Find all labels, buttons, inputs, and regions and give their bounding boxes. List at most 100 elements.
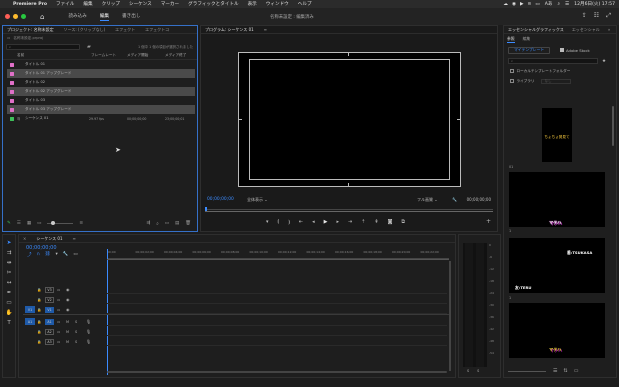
sync-lock-icon[interactable]: ▭ xyxy=(57,320,60,324)
settings-wrench-icon[interactable]: 🔧 xyxy=(63,252,69,258)
comparison-view-icon[interactable]: ⧉ xyxy=(401,219,405,225)
label-color-swatch[interactable] xyxy=(10,98,14,103)
lift-icon[interactable]: ⇡ xyxy=(361,219,365,225)
selection-tool-icon[interactable]: ➤ xyxy=(7,240,12,246)
quality-dropdown[interactable]: フル画質 ⌄ xyxy=(417,197,438,203)
library-dropdown[interactable]: なし xyxy=(541,78,572,84)
eye-icon[interactable]: ◉ xyxy=(66,297,70,302)
tab-effects[interactable]: エフェクト xyxy=(115,27,135,33)
automate-sequence-icon[interactable]: ⇶ xyxy=(146,221,150,227)
menu-graphics[interactable]: グラフィックとタイトル xyxy=(188,1,238,7)
label-color-swatch[interactable] xyxy=(10,116,14,121)
project-item-row[interactable]: タイトル 02 アップグレード xyxy=(7,87,195,96)
track-select-tool-icon[interactable]: ⇉ xyxy=(7,250,12,256)
eg-search-input[interactable]: ⌕ xyxy=(508,58,598,64)
sync-lock-icon[interactable]: ▭ xyxy=(57,330,60,334)
program-scrubber[interactable] xyxy=(205,207,493,212)
mark-out-icon[interactable]: ⦘ xyxy=(288,219,290,225)
menu-sequence[interactable]: シーケンス xyxy=(129,1,152,7)
workspace-export[interactable]: 書き出し xyxy=(122,13,140,21)
project-item-row[interactable]: タイトル 03 アップグレード xyxy=(7,105,195,114)
add-marker-icon[interactable]: ▾ xyxy=(266,219,269,225)
new-bin-icon[interactable]: ▰ xyxy=(87,44,91,50)
list-view-icon[interactable]: ☰ xyxy=(17,221,21,226)
track-target-v2[interactable]: V2 xyxy=(45,296,54,303)
export-frame-icon[interactable]: ◙ xyxy=(388,219,393,225)
audio-track-lane[interactable] xyxy=(107,335,447,336)
ripple-edit-tool-icon[interactable]: ⇹ xyxy=(7,260,12,266)
wifi-icon[interactable]: ≋ xyxy=(528,2,532,7)
time-ruler[interactable]: 00;00 00;00;02;00 00;00;04;00 00;00;06;00 00… xyxy=(107,249,449,259)
menu-edit[interactable]: 編集 xyxy=(83,1,92,7)
program-video-frame[interactable] xyxy=(238,52,461,187)
panel-menu-icon[interactable]: ≡ xyxy=(264,27,267,32)
sync-lock-icon[interactable]: ▭ xyxy=(57,340,60,344)
label-color-swatch[interactable] xyxy=(10,62,14,67)
pen-tool-icon[interactable]: ✒ xyxy=(7,290,12,296)
menu-help[interactable]: ヘルプ xyxy=(298,1,312,7)
lock-icon[interactable]: 🔒 xyxy=(37,340,41,344)
captions-icon[interactable]: ▭ xyxy=(73,252,77,258)
mark-in-icon[interactable]: ⦗ xyxy=(278,219,280,225)
more-tabs-icon[interactable]: » xyxy=(608,27,610,32)
col-media-end[interactable]: メディア終了 xyxy=(165,53,186,58)
local-folder-checkbox[interactable] xyxy=(510,69,514,73)
snap-icon[interactable]: ∩ xyxy=(37,252,40,258)
eg-zoom-slider[interactable] xyxy=(508,371,546,372)
tab-essential-sound[interactable]: エッセンシャル xyxy=(572,27,600,33)
razor-tool-icon[interactable]: ✂ xyxy=(7,270,12,276)
solo-left-button[interactable]: S xyxy=(467,369,469,373)
icon-view-icon[interactable]: ▦ xyxy=(27,221,31,226)
workspaces-icon[interactable]: ☷ xyxy=(594,12,599,20)
lock-icon[interactable]: 🔒 xyxy=(37,330,41,334)
wrench-icon[interactable]: 🔧 xyxy=(452,197,457,202)
voiceover-mic-icon[interactable]: 🎙 xyxy=(86,319,91,324)
tab-project[interactable]: プロジェクト: 名称未設定 xyxy=(7,27,54,33)
close-sequence-icon[interactable]: × xyxy=(23,236,26,241)
delete-icon[interactable]: 🗑 xyxy=(185,221,191,227)
template-thumb-1[interactable]: ちょちょ発見て xyxy=(542,108,572,162)
project-search-input[interactable]: ⌕ xyxy=(6,43,80,50)
control-center-icon[interactable]: ☰ xyxy=(565,2,569,7)
solo-button[interactable]: S xyxy=(75,340,77,344)
find-icon[interactable]: ⌕ xyxy=(156,221,159,227)
label-color-swatch[interactable] xyxy=(10,80,14,85)
zoom-slider[interactable] xyxy=(47,221,74,225)
source-patch-a3[interactable] xyxy=(25,338,35,345)
zoom-bar[interactable] xyxy=(205,211,493,212)
zoom-window-button[interactable] xyxy=(21,14,26,19)
source-patch-v2[interactable] xyxy=(25,296,35,303)
template-source-dropdown[interactable]: マイテンプレート xyxy=(508,46,550,54)
mute-button[interactable]: M xyxy=(66,340,69,344)
track-target-v3[interactable]: V3 xyxy=(45,286,54,293)
eye-icon[interactable]: ◉ xyxy=(66,287,70,292)
source-patch-v3[interactable] xyxy=(25,286,35,293)
tab-sequence[interactable]: シーケンス 01 xyxy=(36,236,62,242)
linked-selection-icon[interactable]: ⛓ xyxy=(45,252,51,258)
col-name[interactable]: 名前 xyxy=(17,53,24,58)
cloud-icon[interactable]: ☁ xyxy=(503,2,508,7)
step-forward-icon[interactable]: ▸ xyxy=(336,219,339,225)
search-icon[interactable]: ⌕ xyxy=(557,1,560,7)
project-item-row[interactable]: タイトル 01 xyxy=(7,60,195,69)
mic-icon[interactable]: ◉ xyxy=(512,2,516,7)
fullscreen-icon[interactable]: ⤢ xyxy=(606,12,611,20)
panel-menu-icon[interactable]: ≡ xyxy=(73,236,76,241)
sync-lock-icon[interactable]: ▭ xyxy=(57,308,60,312)
grid-size-icon[interactable]: ▭ xyxy=(574,368,579,374)
add-marker-icon[interactable]: ▾ xyxy=(56,252,58,258)
solo-button[interactable]: S xyxy=(75,320,77,324)
hand-tool-icon[interactable]: ✋ xyxy=(6,310,13,316)
template-thumb-2[interactable]: マテハ xyxy=(509,172,605,227)
track-target-v1[interactable]: V1 xyxy=(45,306,54,313)
type-tool-icon[interactable]: T xyxy=(7,320,10,326)
subtab-browse[interactable]: 参照 xyxy=(507,36,515,43)
tab-essential-graphics[interactable]: エッセンシャルグラフィックス xyxy=(508,27,564,33)
template-thumb-4[interactable]: マテハ xyxy=(509,303,605,358)
minimize-window-button[interactable] xyxy=(13,14,18,19)
menu-file[interactable]: ファイル xyxy=(56,1,74,7)
menu-marker[interactable]: マーカー xyxy=(161,1,179,7)
app-name[interactable]: Premiere Pro xyxy=(13,2,47,7)
col-framerate[interactable]: フレームレート xyxy=(91,53,116,58)
extract-icon[interactable]: ⇞ xyxy=(374,219,378,225)
